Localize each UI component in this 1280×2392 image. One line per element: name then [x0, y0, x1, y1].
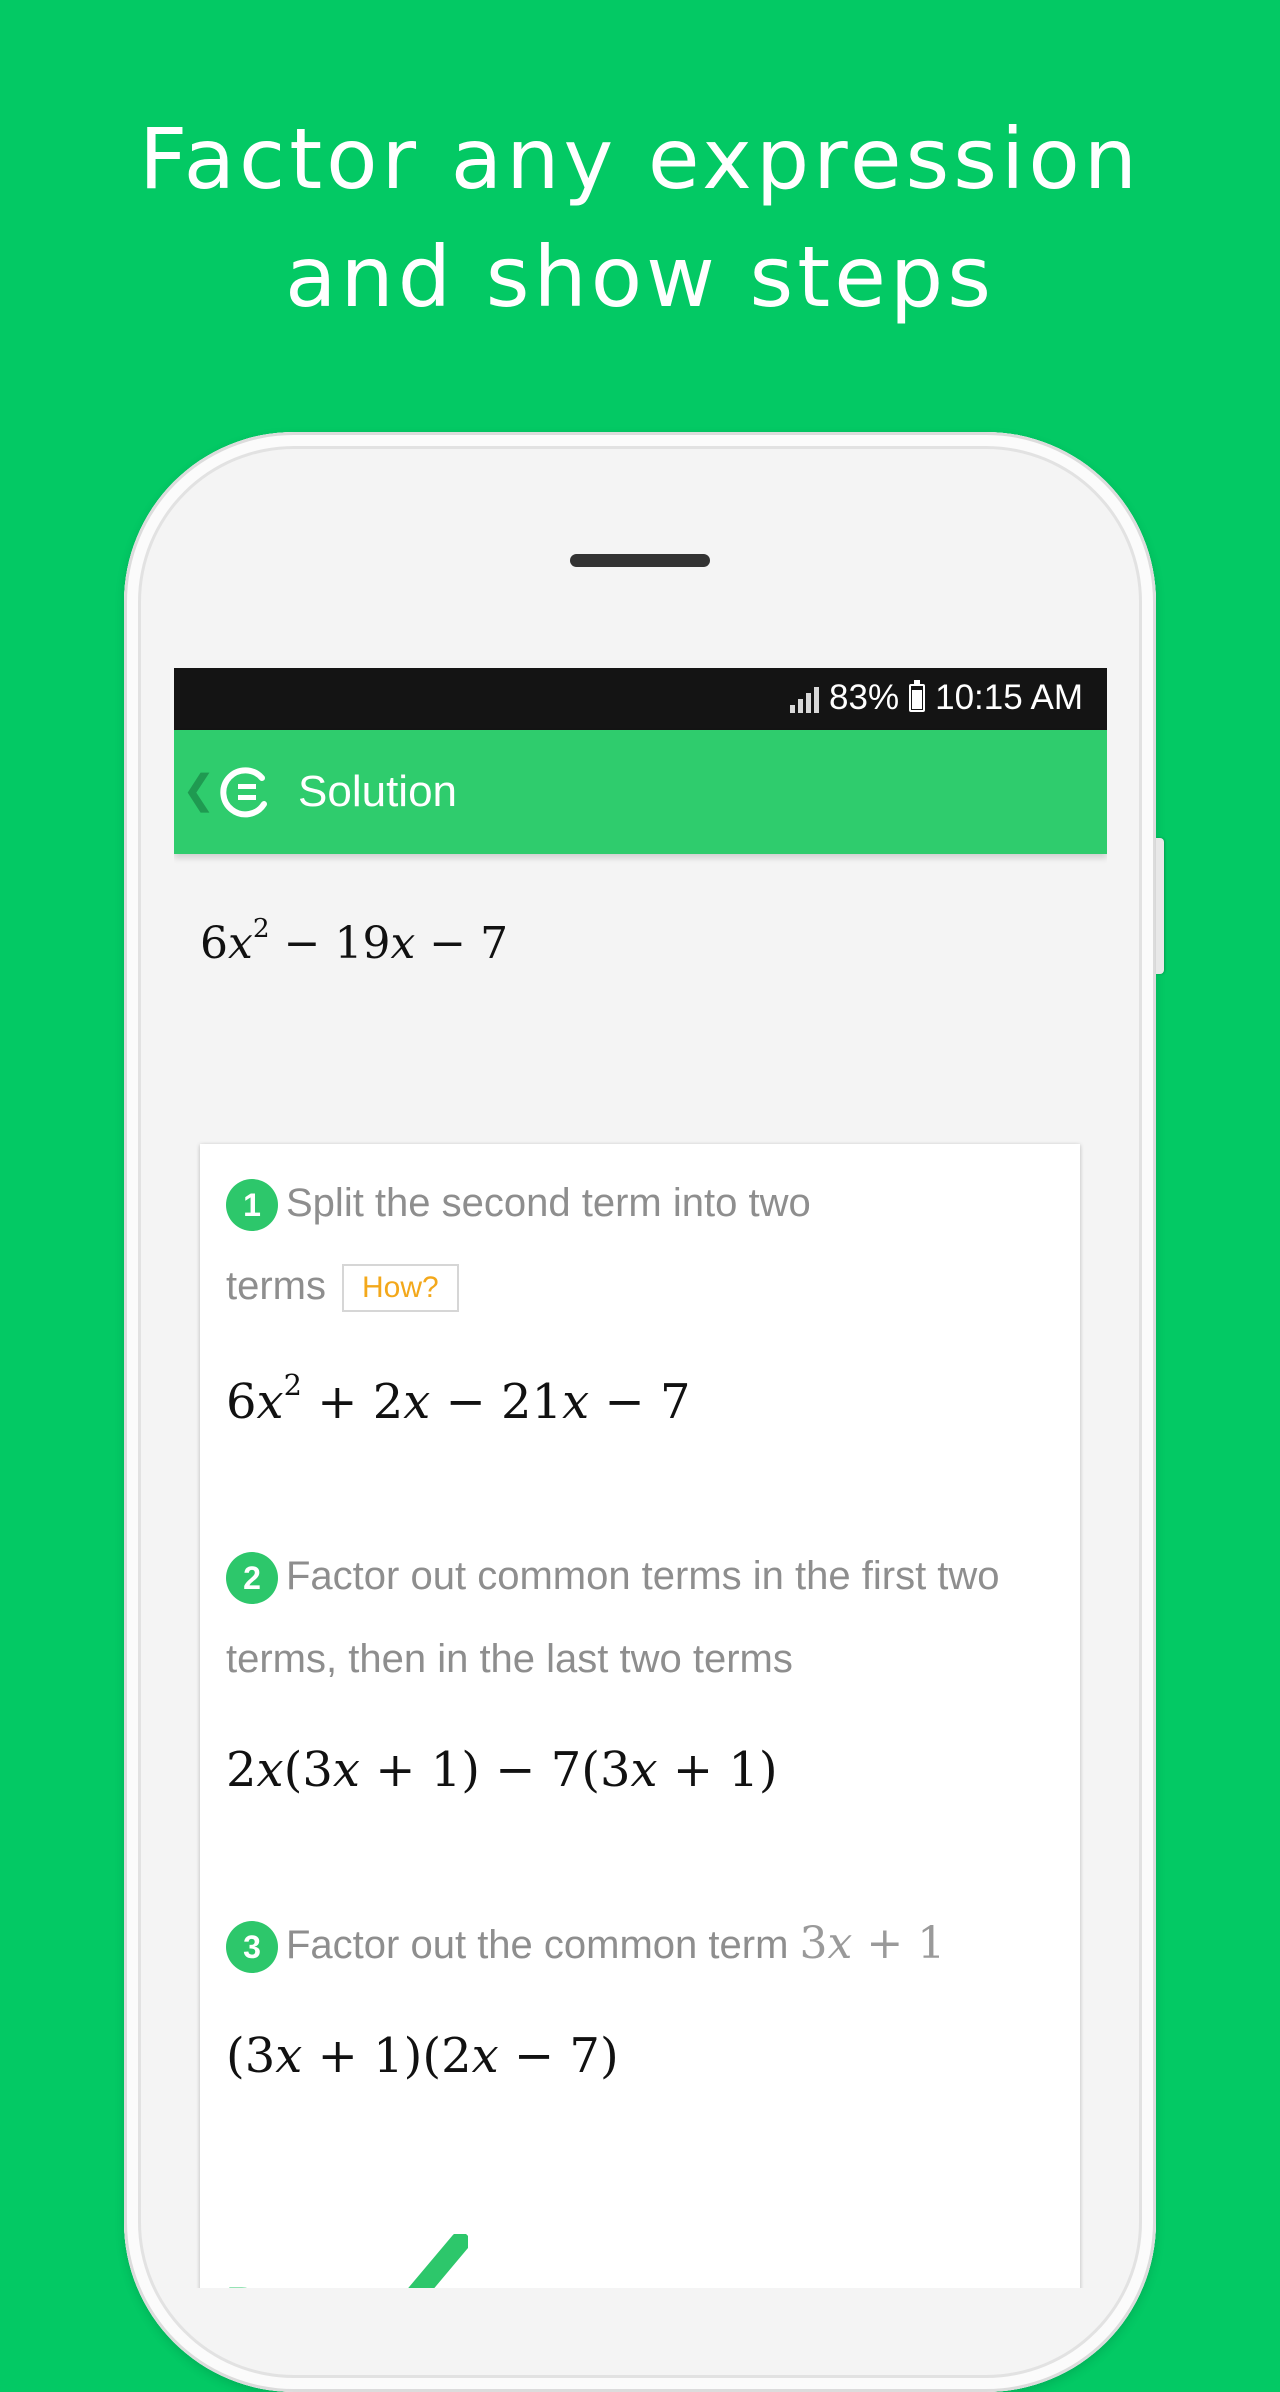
status-bar: 83% 10:15 AM — [174, 668, 1107, 730]
battery-percent: 83% — [829, 678, 900, 717]
step-3-math: (3x + 1)(2x − 7) — [226, 2028, 619, 2084]
problem-expression: 6x2 − 19x − 7 — [200, 912, 509, 969]
step-2-number-badge: 2 — [226, 1552, 278, 1605]
signal-icon — [790, 683, 820, 713]
solution-steps-card: 1 Split the second term into two terms How… — [200, 1144, 1080, 2288]
phone-screen: 83% 10:15 AM ❮ Solution 6x2 − 19x − 7 1S… — [174, 668, 1107, 2288]
headline-line-1: Factor any expression — [138, 110, 1142, 208]
app-logo-icon[interactable] — [218, 764, 274, 820]
battery-icon — [909, 680, 926, 712]
phone-speaker — [570, 554, 710, 567]
done-indicator: Done — [226, 2204, 526, 2288]
phone-side-button — [1156, 838, 1164, 974]
step-3-description: 3 Factor out the common term 3x + 1 — [226, 1902, 1056, 1987]
headline-line-2: and show steps — [285, 228, 995, 326]
done-label: Done — [226, 2276, 351, 2288]
step-2-description: 2 Factor out common terms in the first tw… — [226, 1552, 1000, 1681]
app-title: Solution — [298, 767, 458, 816]
back-chevron-icon[interactable]: ❮ — [182, 766, 216, 814]
status-time: 10:15 AM — [935, 678, 1083, 717]
app-bar: ❮ Solution — [174, 730, 1107, 854]
step-2-math: 2x(3x + 1) − 7(3x + 1) — [226, 1742, 778, 1798]
step-1-number-badge: 1 — [226, 1179, 278, 1232]
headline: Factor any expression and show steps — [0, 100, 1280, 336]
step-3-number-badge: 3 — [226, 1921, 278, 1974]
how-button[interactable]: How? — [342, 1264, 459, 1313]
step-1-description: 1 Split the second term into two terms How… — [226, 1162, 1056, 1328]
step-1-math: 6x2 + 2x − 21x − 7 — [226, 1367, 691, 1430]
step-3-inline-math: 3x + 1 — [799, 1918, 946, 1969]
checkmark-icon — [408, 2234, 468, 2288]
